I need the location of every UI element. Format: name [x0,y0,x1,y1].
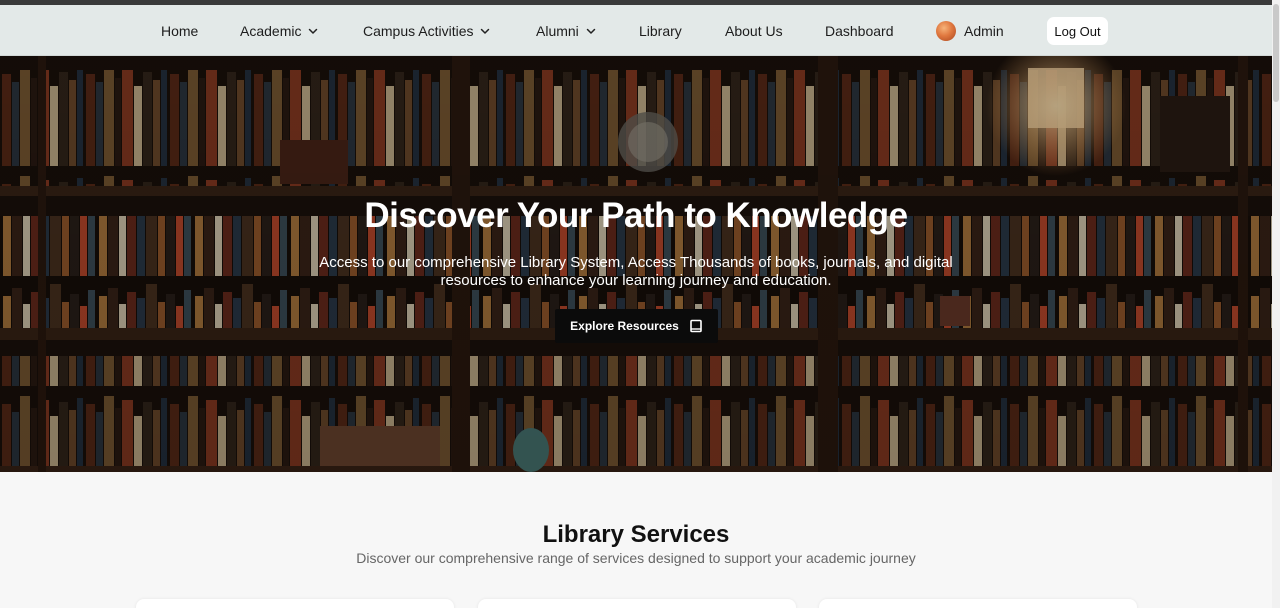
chevron-down-icon [586,28,596,34]
chevron-down-icon [309,28,318,34]
main-navbar: Home Academic Campus Activities Alumni L… [0,5,1272,56]
service-card[interactable] [478,599,796,608]
services-title: Library Services [542,521,730,548]
avatar [936,20,956,41]
chevron-down-icon [481,28,490,34]
nav-admin-profile[interactable]: Admin [936,5,1004,56]
nav-alumni[interactable]: Alumni [536,5,597,56]
nav-academic[interactable]: Academic [240,5,319,56]
hero-section: Discover Your Path to Knowledge Access t… [0,56,1272,472]
hero-subtitle: Access to our comprehensive Library Syst… [319,254,953,289]
nav-academic-label: Academic [240,22,302,39]
services-subtitle: Discover our comprehensive range of serv… [356,550,916,566]
logout-button[interactable]: Log Out [1047,17,1108,45]
explore-resources-label: Explore Resources [570,319,679,333]
nav-home-label: Home [161,22,199,39]
service-card[interactable] [819,599,1137,608]
nav-library[interactable]: Library [639,5,682,56]
explore-resources-button[interactable]: Explore Resources [555,309,718,343]
nav-about-us[interactable]: About Us [725,5,783,56]
nav-home[interactable]: Home [161,5,198,56]
nav-alumni-label: Alumni [536,22,579,39]
nav-dashboard-label: Dashboard [825,22,894,39]
hero-title: Discover Your Path to Knowledge [364,196,908,235]
book-icon [690,319,702,333]
nav-library-label: Library [639,22,682,39]
nav-admin-label: Admin [964,22,1004,39]
scrollbar-thumb[interactable] [1273,4,1279,102]
nav-dashboard[interactable]: Dashboard [825,5,894,56]
nav-campus-activities[interactable]: Campus Activities [363,5,491,56]
nav-about-us-label: About Us [725,22,783,39]
logout-label: Log Out [1054,23,1101,39]
nav-campus-activities-label: Campus Activities [363,22,474,39]
service-card[interactable] [136,599,454,608]
